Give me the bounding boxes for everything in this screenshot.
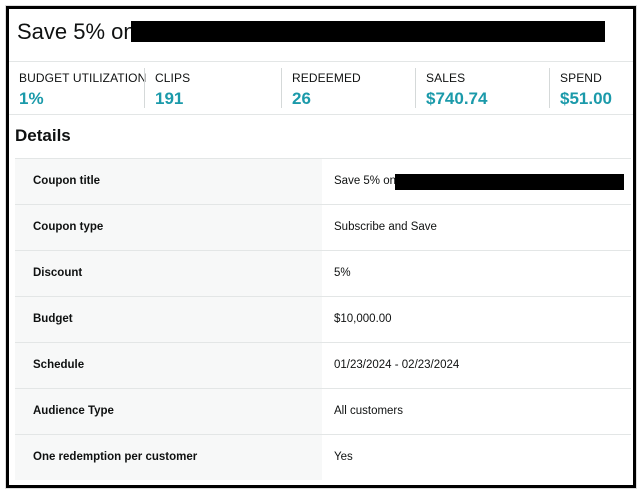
metric-divider: [281, 68, 282, 108]
title-bar: Save 5% on: [9, 9, 633, 59]
metric-spend: SPEND $51.00: [549, 62, 633, 116]
metric-label: SPEND: [560, 71, 602, 85]
metric-divider: [549, 68, 550, 108]
row-label: Coupon type: [33, 221, 104, 233]
details-table: Coupon title Save 5% on Coupon type Subs…: [15, 158, 631, 480]
page-title: Save 5% on: [17, 19, 136, 44]
metric-label: SALES: [426, 71, 466, 85]
metric-divider: [415, 68, 416, 108]
table-row-coupon-title: Coupon title Save 5% on: [15, 158, 631, 204]
metric-budget-utilization: BUDGET UTILIZATION 1%: [9, 62, 147, 116]
row-label: Audience Type: [33, 405, 114, 417]
row-label: Schedule: [33, 359, 85, 371]
metrics-strip: BUDGET UTILIZATION 1% CLIPS 191 REDEEMED…: [9, 61, 633, 115]
metric-divider: [144, 68, 145, 108]
metric-clips: CLIPS 191: [144, 62, 281, 116]
row-label: Coupon title: [33, 175, 101, 187]
row-label: Discount: [33, 267, 83, 279]
table-row-coupon-type: Coupon type Subscribe and Save: [15, 204, 631, 250]
metric-label: CLIPS: [155, 71, 191, 85]
table-row-discount: Discount 5%: [15, 250, 631, 296]
metric-sales: SALES $740.74: [415, 62, 549, 116]
metric-value: 26: [292, 89, 311, 108]
row-value: 5%: [334, 267, 351, 279]
row-value: $10,000.00: [334, 313, 392, 325]
row-value: Yes: [334, 451, 353, 463]
row-label: One redemption per customer: [33, 451, 198, 463]
row-value: 01/23/2024 - 02/23/2024: [334, 359, 460, 371]
row-label: Budget: [33, 313, 73, 325]
table-row-schedule: Schedule 01/23/2024 - 02/23/2024: [15, 342, 631, 388]
metric-redeemed: REDEEMED 26: [281, 62, 415, 116]
details-heading: Details: [15, 126, 71, 145]
table-row-one-redemption: One redemption per customer Yes: [15, 434, 631, 480]
redacted-value-block: [395, 174, 624, 190]
coupon-detail-panel: Save 5% on BUDGET UTILIZATION 1% CLIPS 1…: [6, 6, 636, 488]
row-value: Subscribe and Save: [334, 221, 437, 233]
metric-value: 1%: [19, 89, 44, 108]
row-value: Save 5% on: [334, 175, 397, 187]
row-value: All customers: [334, 405, 404, 417]
table-row-budget: Budget $10,000.00: [15, 296, 631, 342]
table-row-audience-type: Audience Type All customers: [15, 388, 631, 434]
metric-label: REDEEMED: [292, 71, 361, 85]
metric-value: $740.74: [426, 89, 488, 108]
metric-value: 191: [155, 89, 184, 108]
redacted-title-block: [131, 21, 605, 42]
metric-label: BUDGET UTILIZATION: [19, 71, 147, 85]
metric-value: $51.00: [560, 89, 612, 108]
